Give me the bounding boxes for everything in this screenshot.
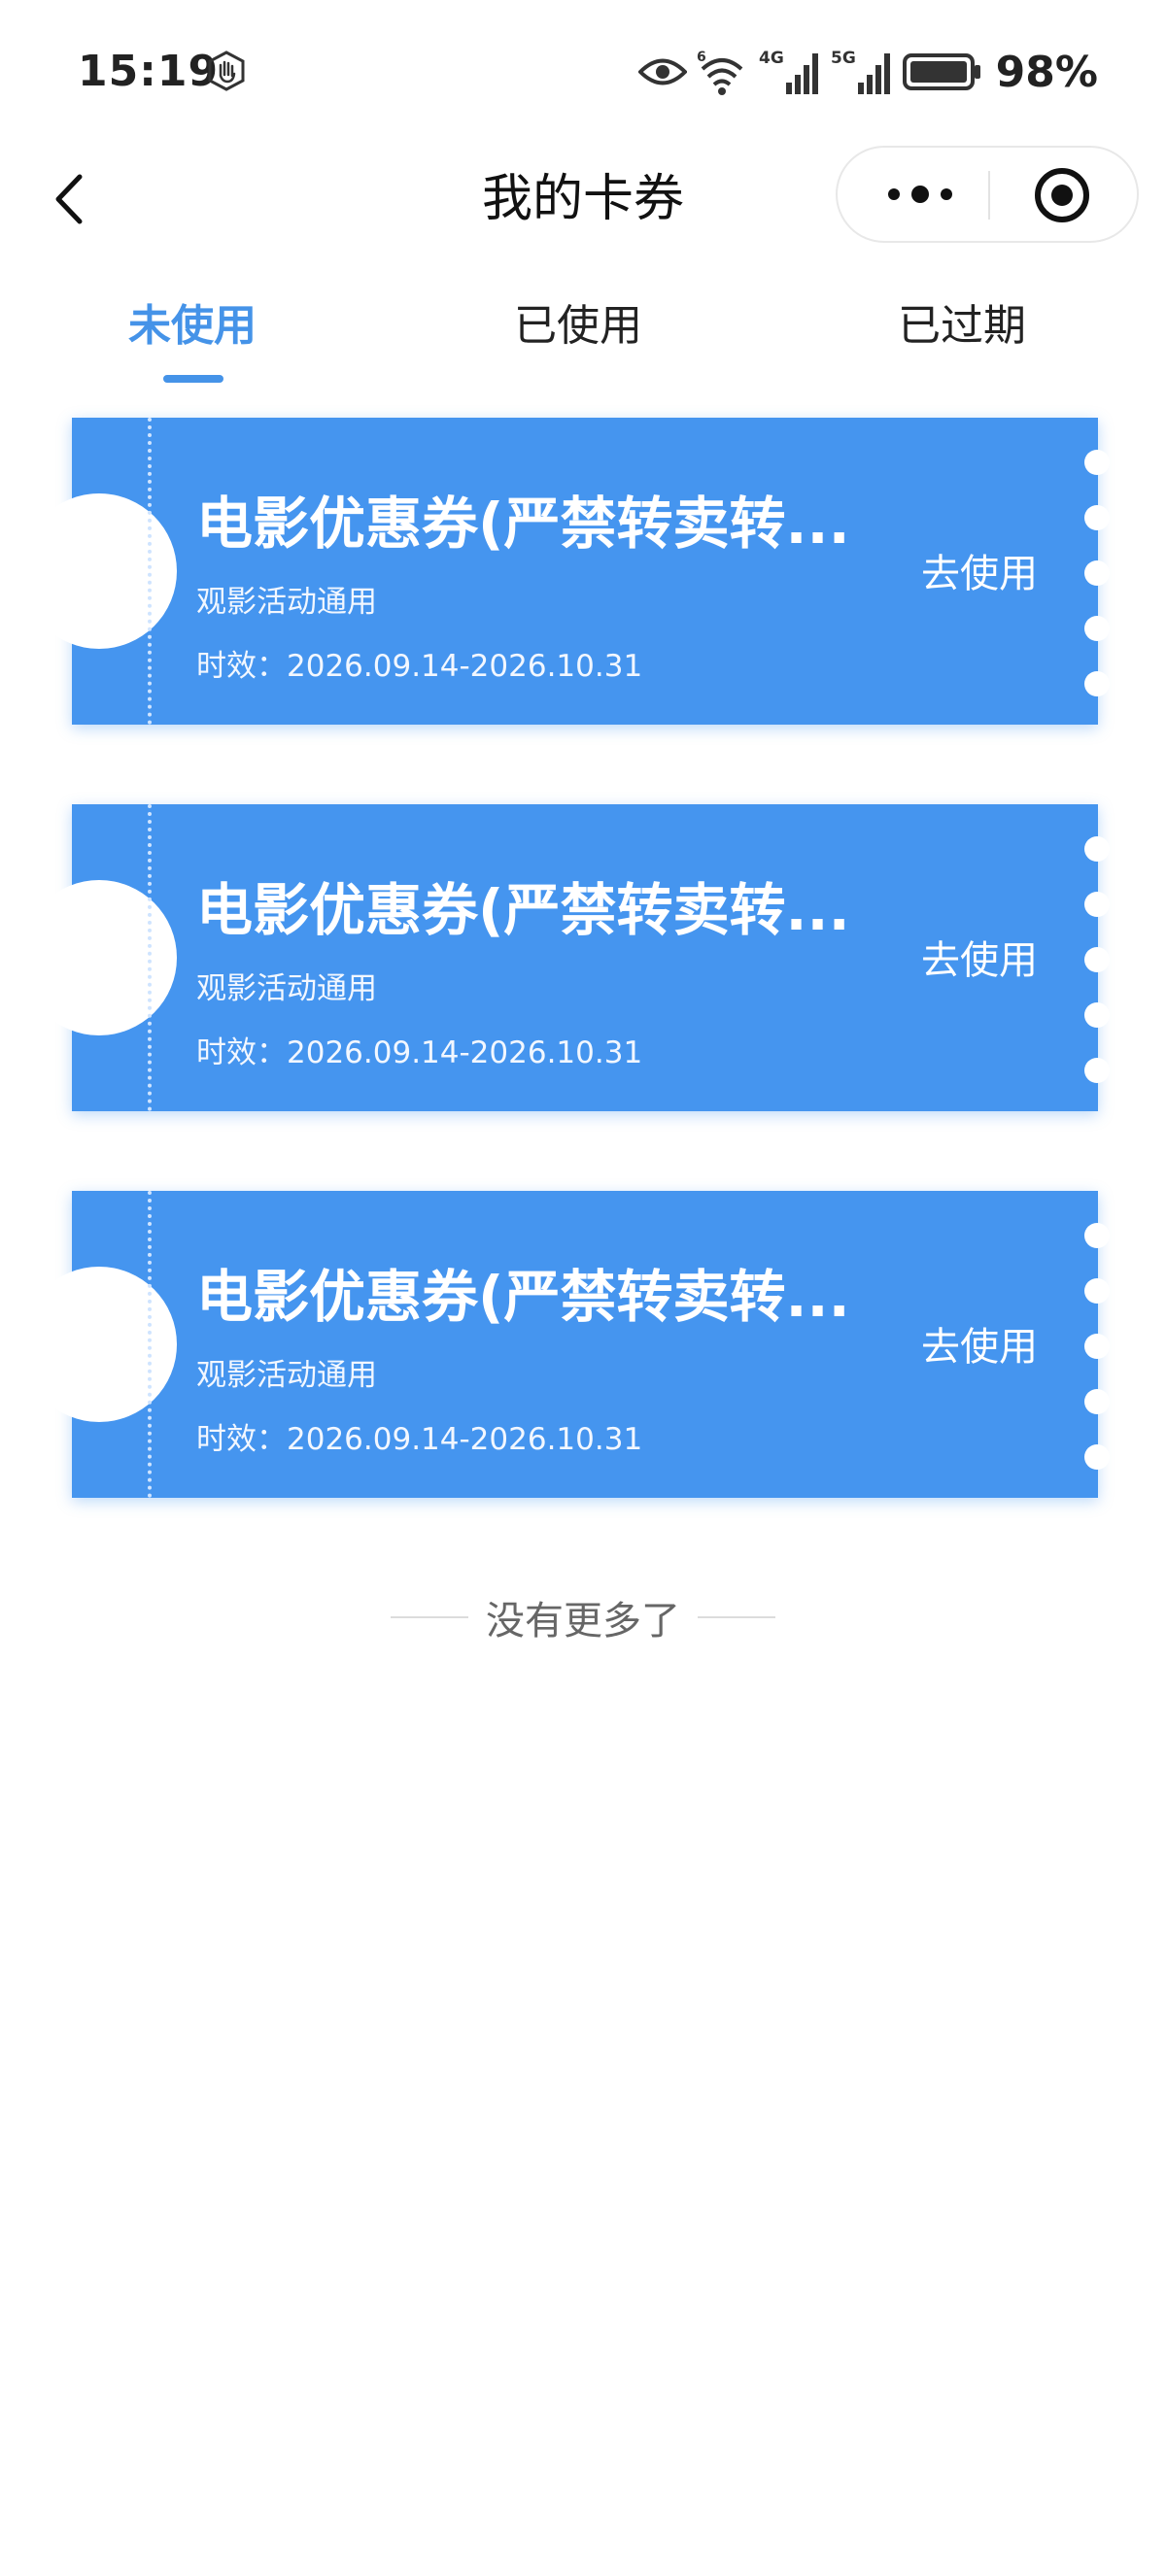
use-coupon-button[interactable]: 去使用 bbox=[921, 929, 1038, 985]
wifi-icon: 6 bbox=[697, 50, 743, 95]
coupon-scallop bbox=[1084, 505, 1110, 530]
tab-used[interactable]: 已使用 bbox=[432, 288, 724, 365]
tab-unused[interactable]: 未使用 bbox=[47, 288, 338, 365]
coupon-scallop bbox=[1084, 671, 1110, 696]
coupon-validity: 时效：2026.09.14-2026.10.31 bbox=[196, 1035, 643, 1070]
coupon-perforation bbox=[148, 804, 152, 1111]
coupon-scallop bbox=[1084, 1002, 1110, 1028]
coupon-scallop bbox=[1084, 1444, 1110, 1470]
tab-bar: 未使用 已使用 已过期 bbox=[0, 288, 1166, 394]
capsule-divider bbox=[988, 171, 990, 220]
mini-program-capsule bbox=[836, 146, 1139, 243]
coupon-perforation bbox=[148, 418, 152, 725]
battery-percent: 98% bbox=[995, 47, 1098, 97]
svg-text:6: 6 bbox=[697, 50, 706, 65]
coupon-title: 电影优惠券(严禁转卖转... bbox=[196, 1264, 850, 1330]
coupon-scallop bbox=[1084, 892, 1110, 917]
coupon-scallop bbox=[1084, 1223, 1110, 1248]
hand-icon bbox=[208, 51, 245, 91]
eye-icon bbox=[637, 58, 687, 85]
nav-bar: 我的卡券 bbox=[0, 146, 1166, 249]
coupon-scallop bbox=[1084, 947, 1110, 972]
coupon-scallop bbox=[1084, 616, 1110, 641]
target-icon[interactable] bbox=[1032, 165, 1092, 225]
coupon-notch bbox=[21, 1267, 177, 1422]
coupon-scallop bbox=[1084, 560, 1110, 586]
svg-text:5G: 5G bbox=[831, 49, 856, 68]
coupon-validity: 时效：2026.09.14-2026.10.31 bbox=[196, 649, 643, 684]
use-coupon-button[interactable]: 去使用 bbox=[921, 542, 1038, 598]
more-dots-icon[interactable] bbox=[876, 167, 964, 221]
coupon-validity: 时效：2026.09.14-2026.10.31 bbox=[196, 1422, 643, 1457]
coupon-scallop bbox=[1084, 1334, 1110, 1359]
no-more-text: 没有更多了 bbox=[486, 1599, 680, 1644]
coupon-card[interactable]: 电影优惠券(严禁转卖转... 观影活动通用 时效：2026.09.14-2026… bbox=[21, 418, 1110, 725]
active-tab-indicator bbox=[163, 375, 223, 383]
divider-line bbox=[698, 1616, 775, 1618]
coupon-title: 电影优惠券(严禁转卖转... bbox=[196, 491, 850, 557]
coupon-scallop bbox=[1084, 1278, 1110, 1304]
coupon-subtitle: 观影活动通用 bbox=[196, 971, 377, 1006]
svg-text:4G: 4G bbox=[759, 49, 784, 68]
list-end-indicator: 没有更多了 bbox=[0, 1583, 1166, 1651]
coupon-notch bbox=[21, 880, 177, 1035]
coupon-perforation bbox=[148, 1191, 152, 1498]
coupon-title: 电影优惠券(严禁转卖转... bbox=[196, 877, 850, 943]
coupon-subtitle: 观影活动通用 bbox=[196, 585, 377, 620]
coupon-card[interactable]: 电影优惠券(严禁转卖转... 观影活动通用 时效：2026.09.14-2026… bbox=[21, 804, 1110, 1111]
divider-line bbox=[391, 1616, 468, 1618]
status-icons: 6 4G 5G 98% bbox=[637, 45, 1098, 99]
coupon-scallop bbox=[1084, 1058, 1110, 1083]
coupon-card[interactable]: 电影优惠券(严禁转卖转... 观影活动通用 时效：2026.09.14-2026… bbox=[21, 1191, 1110, 1498]
signal-4g-icon: 4G bbox=[759, 49, 818, 94]
status-bar: 15:19 6 4G 5G 98% bbox=[0, 0, 1166, 146]
coupon-subtitle: 观影活动通用 bbox=[196, 1358, 377, 1393]
coupon-scallop bbox=[1084, 836, 1110, 862]
coupon-scallop bbox=[1084, 450, 1110, 475]
coupon-notch bbox=[21, 493, 177, 649]
status-time: 15:19 bbox=[78, 47, 220, 96]
signal-5g-icon: 5G bbox=[831, 49, 890, 94]
use-coupon-button[interactable]: 去使用 bbox=[921, 1315, 1038, 1372]
battery-icon bbox=[902, 53, 980, 90]
tab-expired[interactable]: 已过期 bbox=[816, 288, 1108, 365]
coupon-scallop bbox=[1084, 1389, 1110, 1414]
